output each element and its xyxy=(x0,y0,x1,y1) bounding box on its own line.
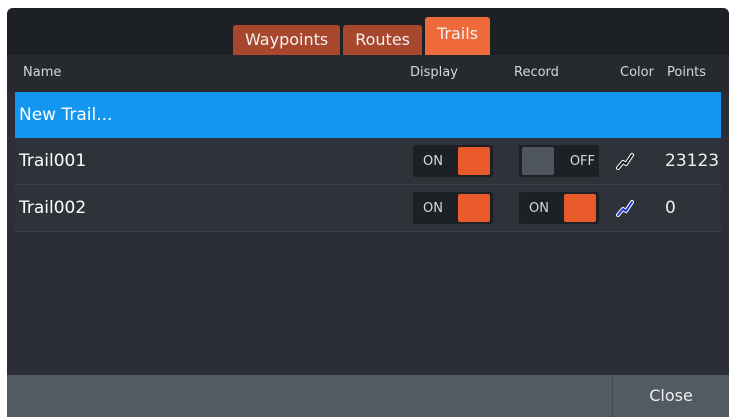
column-header-display: Display xyxy=(410,65,458,80)
trail-name: Trail002 xyxy=(19,198,87,218)
tab-trails[interactable]: Trails xyxy=(425,17,491,55)
display-toggle-label: ON xyxy=(423,154,443,169)
tab-routes[interactable]: Routes xyxy=(343,25,422,55)
trail-list-empty-area xyxy=(15,232,721,375)
display-toggle-label: ON xyxy=(423,201,443,216)
record-toggle-label: ON xyxy=(529,201,549,216)
trail-color-icon[interactable] xyxy=(615,151,635,171)
record-toggle-label: OFF xyxy=(569,154,595,169)
trail-points: 23123 xyxy=(665,151,720,171)
tab-strip: Waypoints Routes Trails xyxy=(7,8,729,55)
column-header-color: Color xyxy=(620,65,654,80)
record-toggle[interactable]: OFF xyxy=(519,145,599,177)
tab-bar: Waypoints Routes Trails xyxy=(233,17,493,55)
column-header-record: Record xyxy=(514,65,559,80)
tab-waypoints[interactable]: Waypoints xyxy=(233,25,341,55)
close-button[interactable]: Close xyxy=(612,375,729,417)
column-header-row: Name Display Record Color Points xyxy=(7,55,729,92)
trail-points: 0 xyxy=(665,198,676,218)
trail-row-trail002[interactable]: Trail002 ON ON 0 xyxy=(15,185,721,232)
column-header-name: Name xyxy=(23,65,62,80)
toggle-knob xyxy=(458,147,490,175)
trails-dialog: Waypoints Routes Trails Name Display Rec… xyxy=(7,8,729,417)
display-toggle[interactable]: ON xyxy=(413,145,493,177)
trail-color-icon[interactable] xyxy=(615,198,635,218)
toggle-knob xyxy=(458,194,490,222)
column-header-points: Points xyxy=(667,65,707,80)
new-trail-label: New Trail... xyxy=(19,105,113,125)
display-toggle[interactable]: ON xyxy=(413,192,493,224)
record-toggle[interactable]: ON xyxy=(519,192,599,224)
footer-bar: Close xyxy=(7,375,729,417)
toggle-knob xyxy=(564,194,596,222)
new-trail-row[interactable]: New Trail... xyxy=(15,92,721,138)
trail-row-trail001[interactable]: Trail001 ON OFF 23123 xyxy=(15,138,721,185)
toggle-knob xyxy=(522,147,554,175)
trail-name: Trail001 xyxy=(19,151,87,171)
